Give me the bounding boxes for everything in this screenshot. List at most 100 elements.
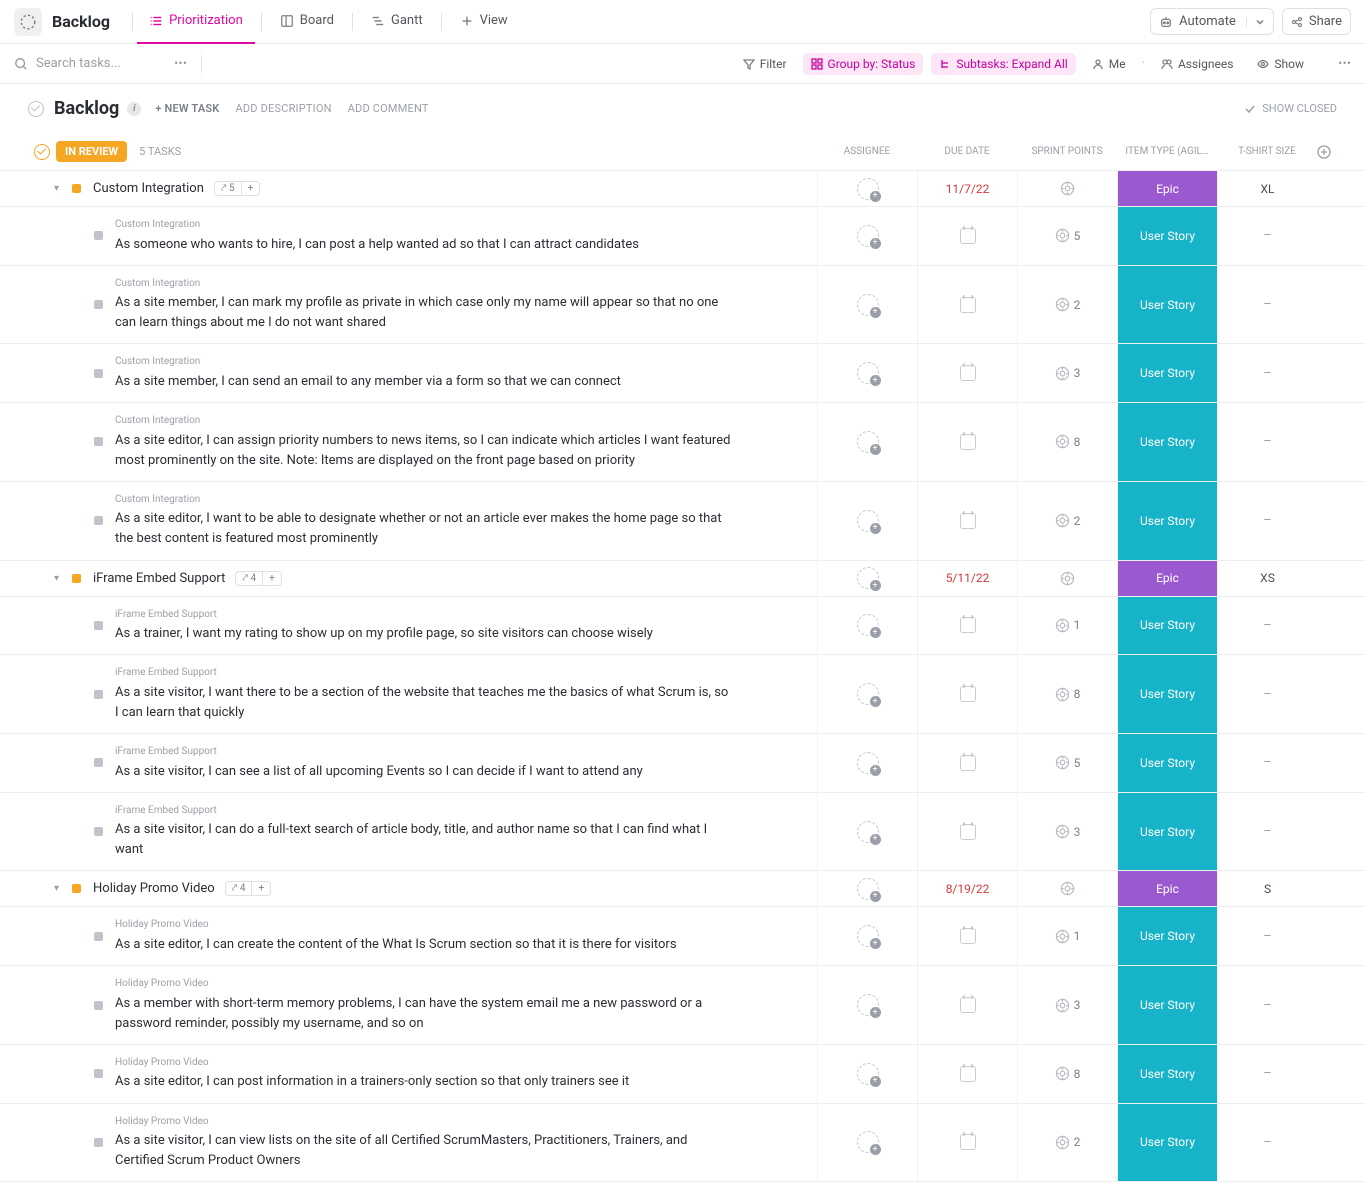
tab-prioritization[interactable]: Prioritization xyxy=(137,0,255,44)
cell-assignee[interactable] xyxy=(817,561,917,596)
info-icon[interactable]: i xyxy=(127,102,141,116)
status-square[interactable] xyxy=(72,884,81,893)
cell-due-date[interactable] xyxy=(917,266,1017,344)
cell-tshirt[interactable]: – xyxy=(1217,344,1317,402)
cell-due-date[interactable] xyxy=(917,597,1017,655)
cell-sprint-points[interactable] xyxy=(1017,871,1117,906)
cell-due-date[interactable] xyxy=(917,966,1017,1044)
cell-sprint-points[interactable]: 2 xyxy=(1017,482,1117,560)
cell-tshirt[interactable]: XL xyxy=(1217,171,1317,206)
add-subtask-icon[interactable]: + xyxy=(241,182,260,195)
cell-item-type[interactable]: User Story xyxy=(1117,1045,1217,1103)
task-row-story[interactable]: Custom Integration As a site editor, I w… xyxy=(0,482,1365,561)
assignee-avatar-placeholder[interactable] xyxy=(857,1063,879,1085)
task-name[interactable]: Holiday Promo Video xyxy=(93,881,215,896)
status-square[interactable] xyxy=(94,1069,103,1078)
tab-gantt[interactable]: Gantt xyxy=(359,0,435,44)
cell-due-date[interactable] xyxy=(917,655,1017,733)
cell-sprint-points[interactable]: 2 xyxy=(1017,266,1117,344)
task-name[interactable]: As a site visitor, I can see a list of a… xyxy=(115,762,643,782)
task-name[interactable]: As a site visitor, I want there to be a … xyxy=(115,683,735,723)
parent-task-name[interactable]: Holiday Promo Video xyxy=(115,976,735,992)
task-row-story[interactable]: Custom Integration As a site editor, I c… xyxy=(0,403,1365,482)
parent-task-name[interactable]: Custom Integration xyxy=(115,354,621,370)
filter-button[interactable]: Filter xyxy=(735,53,795,75)
cell-item-type[interactable]: User Story xyxy=(1117,734,1217,792)
task-row-epic[interactable]: ▾ iFrame Embed Support ⤤ 4+ 5/11/22 Epic… xyxy=(0,561,1365,597)
cell-assignee[interactable] xyxy=(817,1045,917,1103)
task-name[interactable]: As a site editor, I want to be able to d… xyxy=(115,509,735,549)
cell-assignee[interactable] xyxy=(817,655,917,733)
task-row-story[interactable]: iFrame Embed Support As a site visitor, … xyxy=(0,734,1365,793)
task-name[interactable]: As a site visitor, I can do a full-text … xyxy=(115,820,735,860)
status-square[interactable] xyxy=(94,932,103,941)
task-row-story[interactable]: Custom Integration As a site member, I c… xyxy=(0,266,1365,345)
cell-assignee[interactable] xyxy=(817,344,917,402)
task-name[interactable]: As someone who wants to hire, I can post… xyxy=(115,235,639,255)
assignees-button[interactable]: Assignees xyxy=(1153,53,1241,75)
group-collapse-icon[interactable] xyxy=(34,144,50,160)
parent-task-name[interactable]: Custom Integration xyxy=(115,492,735,508)
cell-sprint-points[interactable]: 5 xyxy=(1017,207,1117,265)
cell-due-date[interactable]: 8/19/22 xyxy=(917,871,1017,906)
cell-item-type[interactable]: User Story xyxy=(1117,907,1217,965)
cell-item-type[interactable]: User Story xyxy=(1117,266,1217,344)
parent-task-name[interactable]: Custom Integration xyxy=(115,217,639,233)
cell-sprint-points[interactable]: 1 xyxy=(1017,597,1117,655)
cell-tshirt[interactable]: – xyxy=(1217,1104,1317,1182)
caret-down-icon[interactable]: ▾ xyxy=(54,183,64,194)
task-name[interactable]: As a trainer, I want my rating to show u… xyxy=(115,624,653,644)
subtask-chip[interactable]: ⤤ 4+ xyxy=(225,881,271,896)
subtask-chip[interactable]: ⤤ 4+ xyxy=(235,571,281,586)
status-square[interactable] xyxy=(94,827,103,836)
task-row-story[interactable]: Custom Integration As a site member, I c… xyxy=(0,344,1365,403)
status-square[interactable] xyxy=(72,184,81,193)
cell-assignee[interactable] xyxy=(817,734,917,792)
cell-due-date[interactable] xyxy=(917,207,1017,265)
cell-item-type[interactable]: User Story xyxy=(1117,482,1217,560)
cell-sprint-points[interactable] xyxy=(1017,561,1117,596)
assignee-avatar-placeholder[interactable] xyxy=(857,294,879,316)
cell-tshirt[interactable]: – xyxy=(1217,655,1317,733)
cell-due-date[interactable] xyxy=(917,907,1017,965)
task-name[interactable]: Custom Integration xyxy=(93,181,204,196)
col-due-date[interactable]: DUE DATE xyxy=(917,146,1017,157)
cell-item-type[interactable]: User Story xyxy=(1117,655,1217,733)
status-square[interactable] xyxy=(72,574,81,583)
col-item-type[interactable]: ITEM TYPE (AGIL… xyxy=(1117,146,1217,157)
task-row-story[interactable]: iFrame Embed Support As a site visitor, … xyxy=(0,655,1365,734)
task-row-story[interactable]: Holiday Promo Video As a site editor, I … xyxy=(0,1045,1365,1104)
cell-due-date[interactable] xyxy=(917,482,1017,560)
status-square[interactable] xyxy=(94,758,103,767)
cell-assignee[interactable] xyxy=(817,207,917,265)
assignee-avatar-placeholder[interactable] xyxy=(857,362,879,384)
task-row-story[interactable]: iFrame Embed Support As a site visitor, … xyxy=(0,793,1365,872)
status-badge[interactable]: IN REVIEW xyxy=(56,141,127,162)
cell-tshirt[interactable]: S xyxy=(1217,871,1317,906)
status-square[interactable] xyxy=(94,300,103,309)
subtasks-button[interactable]: Subtasks: Expand All xyxy=(931,53,1075,75)
assignee-avatar-placeholder[interactable] xyxy=(857,925,879,947)
add-subtask-icon[interactable]: + xyxy=(251,882,270,895)
add-subtask-icon[interactable]: + xyxy=(262,572,281,585)
col-assignee[interactable]: ASSIGNEE xyxy=(817,146,917,157)
cell-item-type[interactable]: User Story xyxy=(1117,207,1217,265)
cell-sprint-points[interactable]: 5 xyxy=(1017,734,1117,792)
space-name[interactable]: Backlog xyxy=(52,12,110,31)
cell-item-type[interactable]: User Story xyxy=(1117,403,1217,481)
cell-sprint-points[interactable]: 3 xyxy=(1017,793,1117,871)
cell-item-type[interactable]: Epic xyxy=(1117,561,1217,596)
parent-task-name[interactable]: Custom Integration xyxy=(115,413,735,429)
task-row-epic[interactable]: ▾ Holiday Promo Video ⤤ 4+ 8/19/22 Epic … xyxy=(0,871,1365,907)
status-square[interactable] xyxy=(94,1001,103,1010)
assignee-avatar-placeholder[interactable] xyxy=(857,178,879,200)
search-input[interactable] xyxy=(36,56,156,71)
status-square[interactable] xyxy=(94,690,103,699)
task-name[interactable]: As a site member, I can mark my profile … xyxy=(115,293,735,333)
assignee-avatar-placeholder[interactable] xyxy=(857,567,879,589)
task-name[interactable]: As a site editor, I can post information… xyxy=(115,1072,629,1092)
subtask-chip[interactable]: ⤤ 5+ xyxy=(214,181,260,196)
list-title[interactable]: Backlog xyxy=(54,98,119,119)
cell-sprint-points[interactable]: 8 xyxy=(1017,403,1117,481)
assignee-avatar-placeholder[interactable] xyxy=(857,431,879,453)
